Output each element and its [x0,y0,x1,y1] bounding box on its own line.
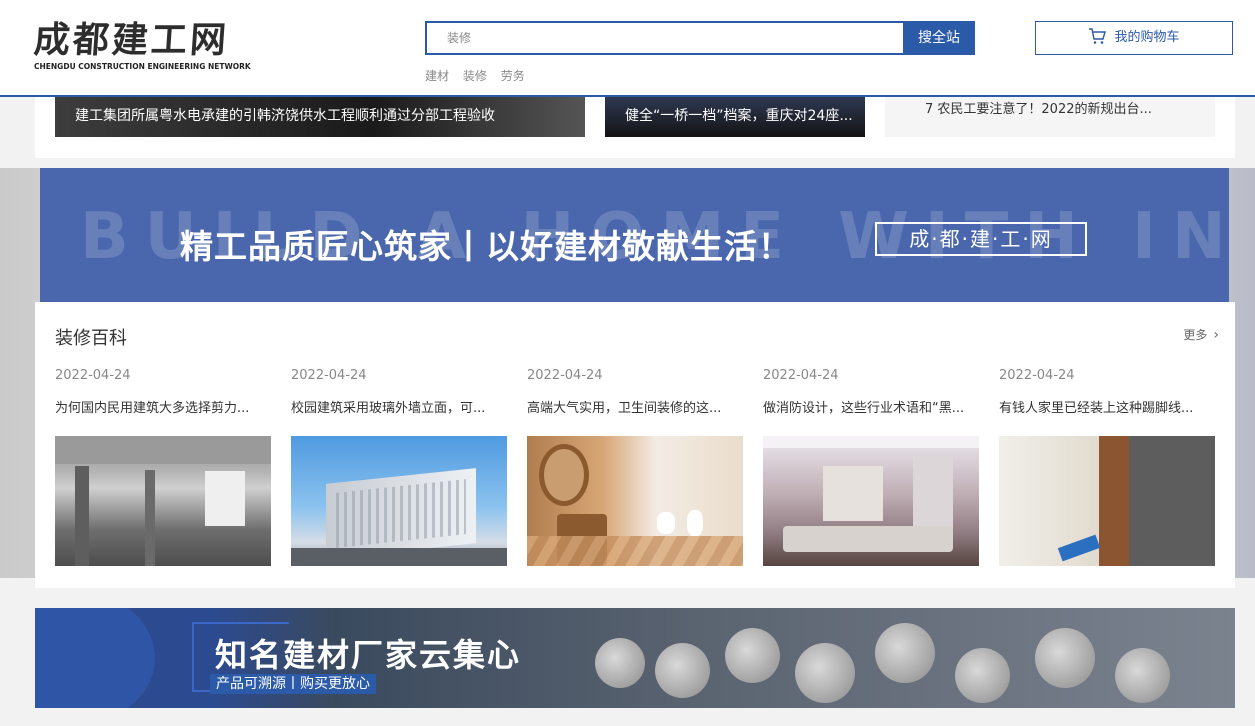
search-input[interactable]: 装修 [425,21,903,55]
materials-banner[interactable]: 知名建材厂家云集心 产品可溯源丨购买更放心 [35,608,1235,708]
material-roll [875,623,935,683]
article-title[interactable]: 做消防设计，这些行业术语和“黑... [763,397,979,416]
article-date: 2022-04-24 [55,368,131,383]
search-button[interactable]: 搜全站 [903,21,975,55]
article-image-glass-building[interactable] [291,436,507,566]
article-date: 2022-04-24 [527,368,603,383]
article-image-skirting[interactable] [999,436,1215,566]
cart-icon [1089,28,1107,44]
cart-label: 我的购物车 [1114,30,1180,45]
more-link[interactable]: 更多 › [1183,326,1219,343]
more-label: 更多 [1183,328,1208,342]
news-ranking-list: 7 农民工要注意了！2022的新规出台... [885,95,1215,137]
article-date: 2022-04-24 [291,368,367,383]
article-date: 2022-04-24 [999,368,1075,383]
decoration-encyclopedia-section: 装修百科 更多 › 2022-04-24 为何国内民用建筑大多选择剪力... 20… [35,302,1235,588]
logo-subtext: CHENGDU CONSTRUCTION ENGINEERING NETWORK [34,62,251,71]
article-card[interactable]: 2022-04-24 为何国内民用建筑大多选择剪力... [55,368,271,566]
banner2-subtitle: 产品可溯源丨购买更放心 [210,674,376,694]
material-roll [955,648,1010,703]
article-image-bathroom[interactable] [527,436,743,566]
material-roll [795,643,855,703]
cart-button[interactable]: 我的购物车 [1035,21,1233,55]
banner2-title: 知名建材厂家云集心 [215,636,522,674]
site-header: 成都建工网 CHENGDU CONSTRUCTION ENGINEERING N… [0,0,1255,97]
article-card[interactable]: 2022-04-24 高端大气实用，卫生间装修的这... [527,368,743,566]
promo-banner[interactable]: BUILD A HOME WITH INGENUITY 精工品质匠心筑家丨以好建… [40,168,1229,302]
decorative-circle [35,608,155,708]
banner-brand-box: 成·都·建·工·网 [875,222,1087,256]
site-logo[interactable]: 成都建工网 CHENGDU CONSTRUCTION ENGINEERING N… [32,19,251,75]
material-roll [595,638,645,688]
section-title: 装修百科 [55,328,127,349]
article-card[interactable]: 2022-04-24 有钱人家里已经装上这种踢脚线... [999,368,1215,566]
logo-text: 成都建工网 [32,19,231,61]
news-list-item[interactable]: 7 农民工要注意了！2022的新规出台... [925,98,1152,117]
chevron-right-icon: › [1213,327,1219,343]
banner-slogan: 精工品质匠心筑家丨以好建材敬献生活！ [180,227,792,266]
article-image-living-room[interactable] [763,436,979,566]
material-roll [725,628,780,683]
news-thumb-caption[interactable]: 健全“一桥一档”档案，重庆对24座... [625,105,853,125]
news-thumb-image[interactable]: 健全“一桥一档”档案，重庆对24座... [605,95,865,137]
article-card[interactable]: 2022-04-24 做消防设计，这些行业术语和“黑... [763,368,979,566]
hot-link-building-materials[interactable]: 建材 [425,69,449,83]
article-title[interactable]: 高端大气实用，卫生间装修的这... [527,397,743,416]
material-roll [1035,628,1095,688]
hot-link-decoration[interactable]: 装修 [463,69,487,83]
material-roll [655,643,710,698]
article-date: 2022-04-24 [763,368,839,383]
article-image-concrete-interior[interactable] [55,436,271,566]
article-title[interactable]: 校园建筑采用玻璃外墙立面，可... [291,397,507,416]
article-title[interactable]: 有钱人家里已经装上这种踢脚线... [999,397,1215,416]
material-roll [1115,648,1170,703]
article-title[interactable]: 为何国内民用建筑大多选择剪力... [55,397,271,416]
top-news-panel: 建工集团所属粤水电承建的引韩济饶供水工程顺利通过分部工程验收 健全“一桥一档”档… [35,95,1235,158]
article-card[interactable]: 2022-04-24 校园建筑采用玻璃外墙立面，可... [291,368,507,566]
news-slide-caption[interactable]: 建工集团所属粤水电承建的引韩济饶供水工程顺利通过分部工程验收 [75,105,495,125]
hot-link-labor[interactable]: 劳务 [501,69,525,83]
news-slide-image[interactable]: 建工集团所属粤水电承建的引韩济饶供水工程顺利通过分部工程验收 [55,95,585,137]
hot-search-links: 建材 装修 劳务 [425,67,535,84]
